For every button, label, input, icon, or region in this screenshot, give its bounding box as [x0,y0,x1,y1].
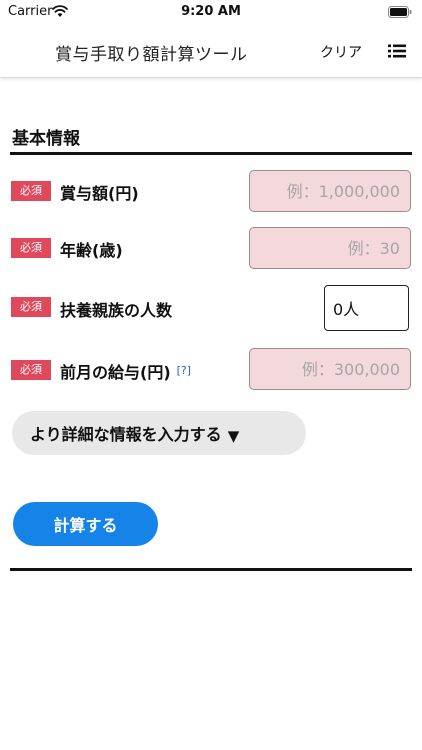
detail-toggle-label: より詳細な情報を入力する [30,425,222,444]
page-title: 賞与手取り額計算ツール [55,45,248,65]
calculate-button[interactable]: 計算する [13,502,158,546]
list-menu-icon[interactable] [388,44,406,58]
age-row: 必須 年齢(歳) [0,226,422,270]
bottom-divider [10,568,412,571]
required-badge: 必須 [11,181,51,201]
clear-button[interactable]: クリア [320,42,362,62]
previous-salary-row: 必須 前月の給与(円) [?] [0,347,422,391]
help-link[interactable]: [?] [177,364,191,377]
bonus-amount-label: 賞与額(円) [60,184,139,203]
bonus-amount-row: 必須 賞与額(円) [0,169,422,213]
status-bar: Carrier 9:20 AM [0,0,422,24]
required-badge: 必須 [11,238,51,258]
detail-toggle-button[interactable]: より詳細な情報を入力する ▼ [12,411,306,455]
section-title: 基本情報 [12,129,80,149]
previous-salary-label: 前月の給与(円) [60,363,171,382]
dependents-input[interactable] [324,285,409,331]
nav-bar: 賞与手取り額計算ツール クリア [0,26,422,78]
previous-salary-label-group: 前月の給与(円) [?] [60,359,191,383]
section-divider [10,152,412,155]
age-label: 年齢(歳) [60,241,123,260]
bonus-amount-input[interactable] [249,170,411,212]
triangle-down-icon: ▼ [227,427,240,445]
required-badge: 必須 [11,297,51,317]
age-input[interactable] [249,227,411,269]
required-badge: 必須 [11,360,51,380]
battery-icon [388,6,412,18]
previous-salary-input[interactable] [249,348,411,390]
dependents-row: 必須 扶養親族の人数 [0,285,422,331]
dependents-label: 扶養親族の人数 [60,301,173,320]
status-time: 9:20 AM [181,4,241,19]
